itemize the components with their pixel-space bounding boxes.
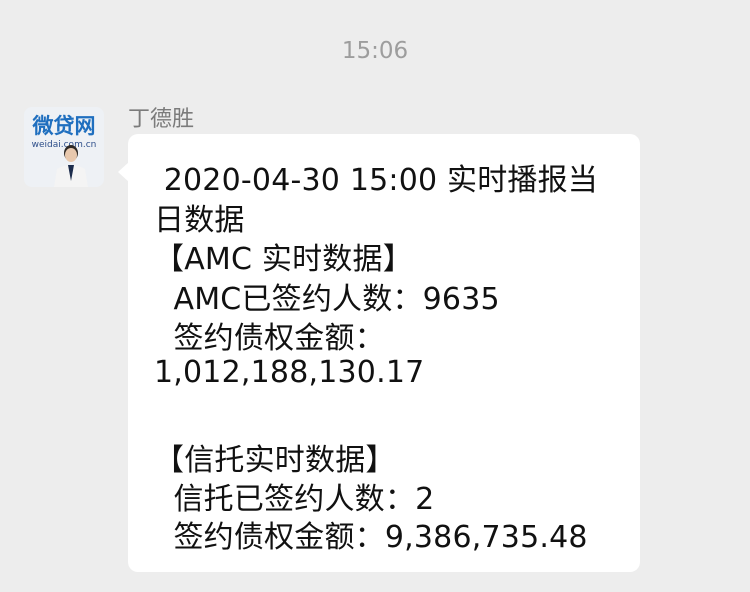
avatar[interactable]: 微贷网 weidai.com.cn bbox=[24, 107, 104, 187]
message-line-8: 【信托实时数据】 bbox=[154, 443, 396, 478]
message-line-1: 2020-04-30 15:00 实时播报当 bbox=[154, 163, 599, 198]
avatar-domain-text: weidai.com.cn bbox=[32, 140, 97, 150]
avatar-image: 微贷网 weidai.com.cn bbox=[24, 107, 104, 187]
message-line-5: 签约债权金额： bbox=[154, 321, 385, 356]
sender-name: 丁德胜 bbox=[128, 107, 195, 132]
message-line-4: AMC已签约人数：9635 bbox=[154, 282, 500, 317]
message-timestamp: 15:06 bbox=[341, 38, 409, 64]
message-line-2: 日数据 bbox=[154, 203, 245, 238]
message-line-3: 【AMC 实时数据】 bbox=[154, 242, 413, 277]
message-line-10: 签约债权金额：9,386,735.48 bbox=[154, 520, 588, 555]
avatar-logo-text: 微贷网 bbox=[32, 114, 96, 138]
message-line-6: 1,012,188,130.17 bbox=[154, 355, 425, 390]
